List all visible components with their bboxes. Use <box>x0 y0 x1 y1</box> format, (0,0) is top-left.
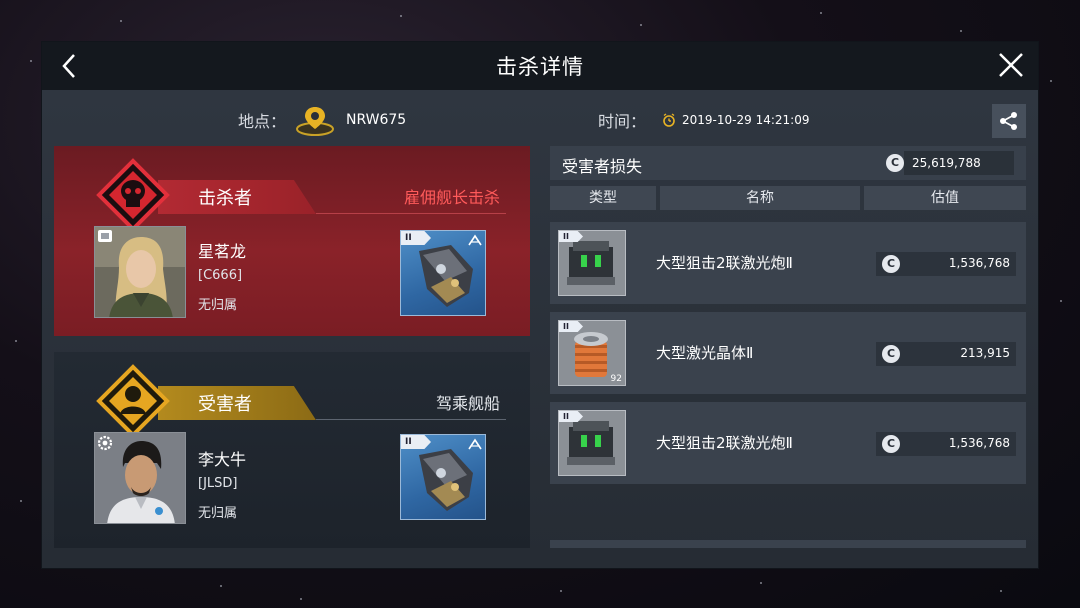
location-pin-icon <box>296 107 335 136</box>
killer-panel: 击杀者 雇佣舰长击杀 星茗龙 [C666] 无归属 II <box>54 146 530 336</box>
mountain-class-icon <box>468 438 482 450</box>
share-icon <box>1000 112 1017 130</box>
killer-name: 星茗龙 <box>198 242 247 261</box>
item-name: 大型激光晶体Ⅱ <box>656 344 754 362</box>
list-more-indicator <box>550 540 1026 548</box>
column-header-type: 类型 <box>550 186 656 210</box>
item-value: 1,536,768 <box>948 256 1010 270</box>
close-button[interactable] <box>994 48 1028 82</box>
victim-corp-tag: [JLSD] <box>198 476 238 491</box>
alarm-clock-icon <box>663 113 675 127</box>
column-header-value: 估值 <box>864 186 1026 210</box>
loss-title: 受害者损失 <box>562 157 643 176</box>
victim-alignment: 无归属 <box>198 506 238 521</box>
skull-badge-icon <box>96 158 170 232</box>
content-area: 地点： NRW675 时间： 2019-10-29 14:21:09 击杀者 雇… <box>42 90 1038 568</box>
killer-note: 雇佣舰长击杀 <box>403 188 500 207</box>
loss-total-box: C 25,619,788 <box>886 151 1014 175</box>
loss-item-row[interactable]: II 大型狙击2联激光炮Ⅱ C 1,536,768 <box>550 402 1026 484</box>
loss-summary-header: 受害者损失 C 25,619,788 <box>550 146 1026 180</box>
item-icon-frame: II <box>558 230 626 296</box>
credit-coin-icon: C <box>886 154 904 172</box>
credit-coin-icon: C <box>882 345 900 363</box>
loss-item-row[interactable]: II 92 大型激光晶体Ⅱ C 213,915 <box>550 312 1026 394</box>
page-title: 击杀详情 <box>496 55 584 79</box>
chevron-left-icon <box>62 54 75 78</box>
killer-corp-tag: [C666] <box>198 268 243 283</box>
time-info: 时间： 2019-10-29 14:21:09 <box>598 100 809 140</box>
item-value: 1,536,768 <box>948 436 1010 450</box>
location-value: NRW675 <box>346 112 407 128</box>
mountain-class-icon <box>468 234 482 246</box>
victim-role-label: 受害者 <box>198 394 252 415</box>
item-value-box: C 1,536,768 <box>876 432 1016 456</box>
column-header-name: 名称 <box>660 186 860 210</box>
close-icon <box>999 53 1023 77</box>
killer-alignment: 无归属 <box>198 298 238 313</box>
victim-panel: 受害者 驾乘舰船 李大牛 [JLSD] 无归属 II <box>54 352 530 548</box>
item-value: 213,915 <box>960 346 1010 360</box>
item-value-box: C 1,536,768 <box>876 252 1016 276</box>
divider <box>316 419 506 420</box>
victim-avatar[interactable] <box>94 432 186 524</box>
back-button[interactable] <box>54 50 86 82</box>
item-quantity: 92 <box>610 374 622 384</box>
credit-coin-icon: C <box>882 255 900 273</box>
killer-role-label: 击杀者 <box>198 188 252 209</box>
loss-item-list[interactable]: II 大型狙击2联激光炮Ⅱ C 1,536,768 II 92 大型激光晶体Ⅱ … <box>550 222 1026 548</box>
divider <box>316 213 506 214</box>
share-button[interactable] <box>992 104 1026 138</box>
kill-detail-window: 击杀详情 地点： NRW675 时间： 2019-10-29 14:21:09 … <box>42 42 1038 568</box>
victim-name: 李大牛 <box>198 450 247 469</box>
item-name: 大型狙击2联激光炮Ⅱ <box>656 254 793 272</box>
time-label: 时间： <box>598 112 647 131</box>
killer-avatar[interactable] <box>94 226 186 318</box>
corp-badge-icon <box>98 230 112 242</box>
loss-total-value: 25,619,788 <box>912 156 981 170</box>
location-info: 地点： NRW675 <box>238 100 406 140</box>
item-value-box: C 213,915 <box>876 342 1016 366</box>
location-label: 地点： <box>238 112 287 131</box>
item-name: 大型狙击2联激光炮Ⅱ <box>656 434 793 452</box>
victim-ship-card[interactable]: II <box>400 434 486 520</box>
item-icon-frame: II <box>558 410 626 476</box>
killer-ship-card[interactable]: II <box>400 230 486 316</box>
time-value: 2019-10-29 14:21:09 <box>682 113 810 127</box>
person-badge-icon <box>96 364 170 438</box>
loss-item-row[interactable]: II 大型狙击2联激光炮Ⅱ C 1,536,768 <box>550 222 1026 304</box>
title-bar: 击杀详情 <box>42 42 1038 90</box>
victim-note: 驾乘舰船 <box>435 394 500 413</box>
credit-coin-icon: C <box>882 435 900 453</box>
item-icon-frame: II 92 <box>558 320 626 386</box>
gear-badge-icon <box>97 435 113 451</box>
